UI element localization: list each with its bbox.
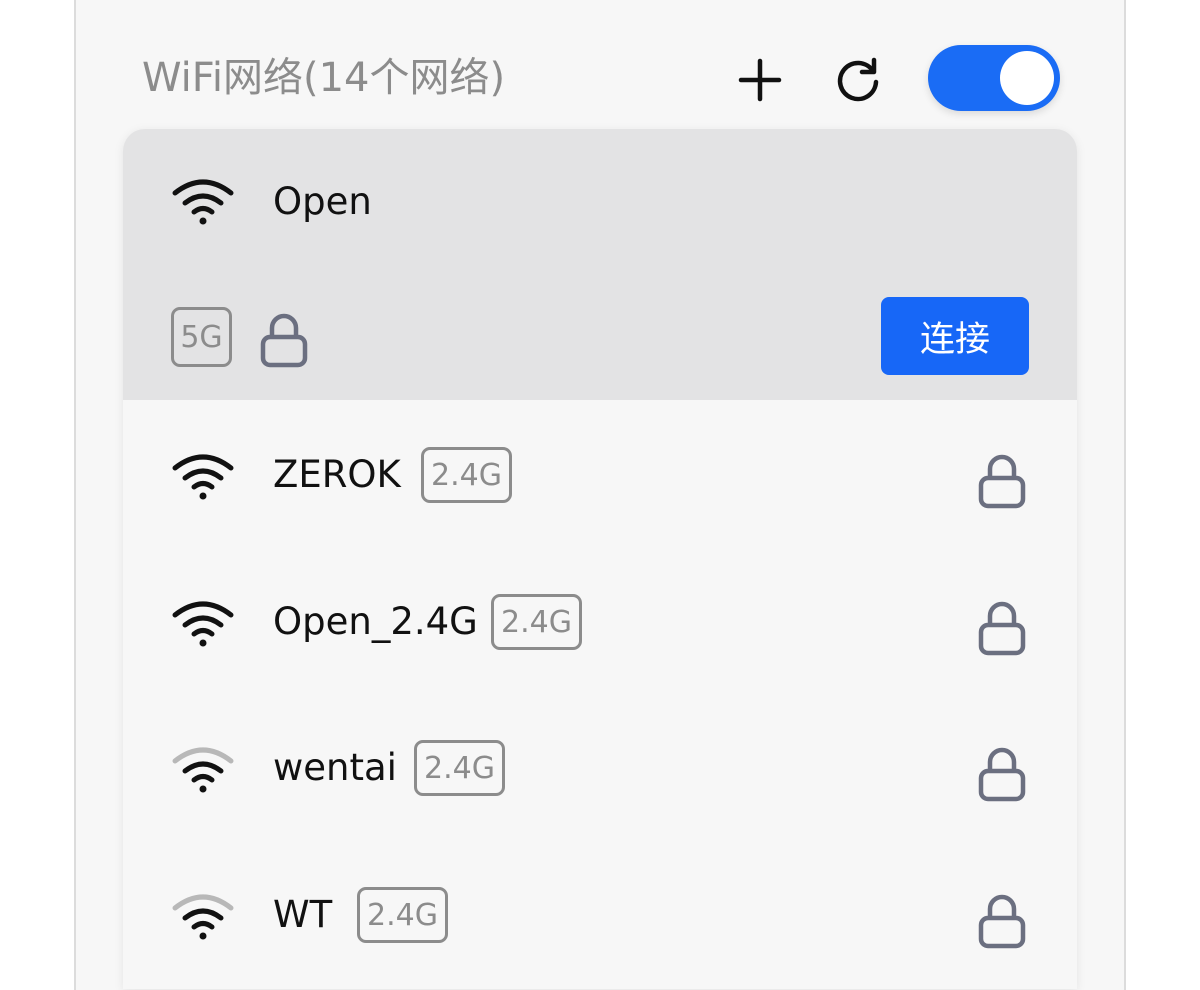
wifi-list-title: WiFi网络(14个网络) [142,55,506,101]
refresh-icon [837,57,879,102]
network-item[interactable]: WT 2.4G [123,840,1077,986]
band-badge: 2.4G [421,447,512,503]
network-item-selected[interactable]: Open 5G 连接 [123,129,1077,400]
band-badge: 2.4G [491,594,582,650]
band-badge: 2.4G [357,887,448,943]
network-item[interactable]: Open_2.4G 2.4G [123,547,1077,693]
refresh-button[interactable] [830,52,886,108]
toggle-knob [1000,51,1054,105]
connect-button[interactable]: 连接 [881,297,1029,375]
lock-icon [978,601,1026,656]
network-item[interactable]: wentai 2.4G [123,693,1077,839]
plus-icon [738,58,782,102]
network-item[interactable]: ZEROK 2.4G [123,400,1077,546]
lock-icon [260,313,308,368]
wifi-medium-icon [172,747,234,793]
network-ssid: Open_2.4G [273,600,478,643]
network-list: Open 5G 连接 ZEROK 2.4G Open_2.4G 2.4G wen… [123,129,1077,989]
wifi-medium-icon [172,894,234,940]
network-ssid: WT [273,893,333,936]
wifi-toggle[interactable] [928,45,1060,111]
network-ssid: Open [273,180,372,223]
wifi-strong-icon [172,601,234,647]
wifi-strong-icon [172,454,234,500]
wifi-strong-icon [172,179,234,225]
add-network-button[interactable] [732,52,788,108]
band-badge: 2.4G [414,740,505,796]
lock-icon [978,454,1026,509]
network-ssid: ZEROK [273,453,401,496]
lock-icon [978,747,1026,802]
band-badge: 5G [171,307,232,367]
network-ssid: wentai [273,746,397,789]
lock-icon [978,894,1026,949]
wifi-header: WiFi网络(14个网络) [142,42,1060,114]
